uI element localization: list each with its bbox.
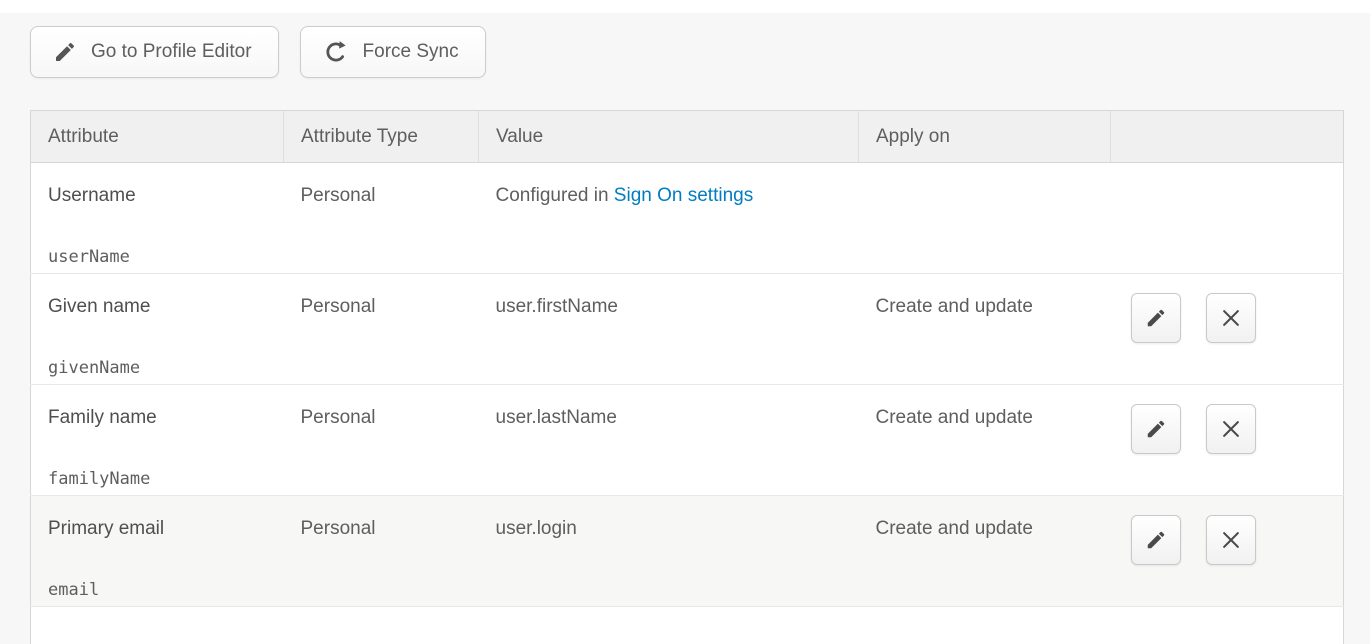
delete-attribute-button[interactable] — [1206, 515, 1256, 565]
edit-attribute-button[interactable] — [1131, 293, 1181, 343]
apply-on-cell: Create and update — [859, 274, 1111, 385]
attribute-label: Username — [48, 185, 284, 207]
attribute-label: Given name — [48, 296, 284, 318]
table-row-family-name: Family name familyName Personal user.las… — [31, 385, 1344, 496]
pencil-icon — [53, 40, 77, 64]
attribute-cell: Given name givenName — [31, 274, 284, 385]
actions-cell — [1111, 274, 1344, 385]
delete-attribute-button[interactable] — [1206, 293, 1256, 343]
attribute-type-cell: Personal — [284, 496, 479, 607]
table-row-given-name: Given name givenName Personal user.first… — [31, 274, 1344, 385]
column-header-apply-on: Apply on — [859, 111, 1111, 163]
column-header-attribute-type: Attribute Type — [284, 111, 479, 163]
value-cell: user.lastName — [479, 385, 859, 496]
table-row-partial — [31, 607, 1344, 644]
actions-cell — [1111, 385, 1344, 496]
column-header-value: Value — [479, 111, 859, 163]
apply-on-cell — [859, 163, 1111, 274]
column-header-attribute: Attribute — [31, 111, 284, 163]
edit-attribute-button[interactable] — [1131, 515, 1181, 565]
force-sync-button[interactable]: Force Sync — [300, 26, 486, 78]
sign-on-settings-link[interactable]: Sign On settings — [614, 185, 753, 206]
partial-row-cell — [31, 607, 1344, 644]
attribute-variable: email — [48, 580, 284, 600]
attribute-mapping-table: Attribute Attribute Type Value Apply on … — [30, 110, 1344, 644]
close-icon — [1220, 418, 1242, 440]
table-row-primary-email: Primary email email Personal user.login … — [31, 496, 1344, 607]
attribute-type-cell: Personal — [284, 163, 479, 274]
attribute-variable: givenName — [48, 358, 284, 378]
pencil-icon — [1145, 529, 1167, 551]
go-to-profile-editor-label: Go to Profile Editor — [91, 41, 252, 63]
delete-attribute-button[interactable] — [1206, 404, 1256, 454]
pencil-icon — [1145, 418, 1167, 440]
refresh-icon — [323, 39, 349, 65]
column-header-actions — [1111, 111, 1344, 163]
close-icon — [1220, 307, 1242, 329]
pencil-icon — [1145, 307, 1167, 329]
go-to-profile-editor-button[interactable]: Go to Profile Editor — [30, 26, 279, 78]
attribute-label: Family name — [48, 407, 284, 429]
attribute-variable: userName — [48, 247, 284, 267]
apply-on-cell: Create and update — [859, 496, 1111, 607]
actions-cell — [1111, 163, 1344, 274]
apply-on-cell: Create and update — [859, 385, 1111, 496]
close-icon — [1220, 529, 1242, 551]
value-cell: user.login — [479, 496, 859, 607]
attribute-type-cell: Personal — [284, 385, 479, 496]
top-strip — [0, 0, 1370, 13]
attribute-cell: Username userName — [31, 163, 284, 274]
edit-attribute-button[interactable] — [1131, 404, 1181, 454]
toolbar: Go to Profile Editor Force Sync — [30, 26, 486, 78]
value-cell: Configured in Sign On settings — [479, 163, 859, 274]
table-row-username: Username userName Personal Configured in… — [31, 163, 1344, 274]
attribute-label: Primary email — [48, 518, 284, 540]
attribute-cell: Family name familyName — [31, 385, 284, 496]
attribute-cell: Primary email email — [31, 496, 284, 607]
table-header-row: Attribute Attribute Type Value Apply on — [31, 111, 1344, 163]
actions-cell — [1111, 496, 1344, 607]
value-cell: user.firstName — [479, 274, 859, 385]
attribute-variable: familyName — [48, 469, 284, 489]
attribute-type-cell: Personal — [284, 274, 479, 385]
force-sync-label: Force Sync — [363, 41, 459, 63]
value-text: Configured in — [496, 185, 614, 206]
